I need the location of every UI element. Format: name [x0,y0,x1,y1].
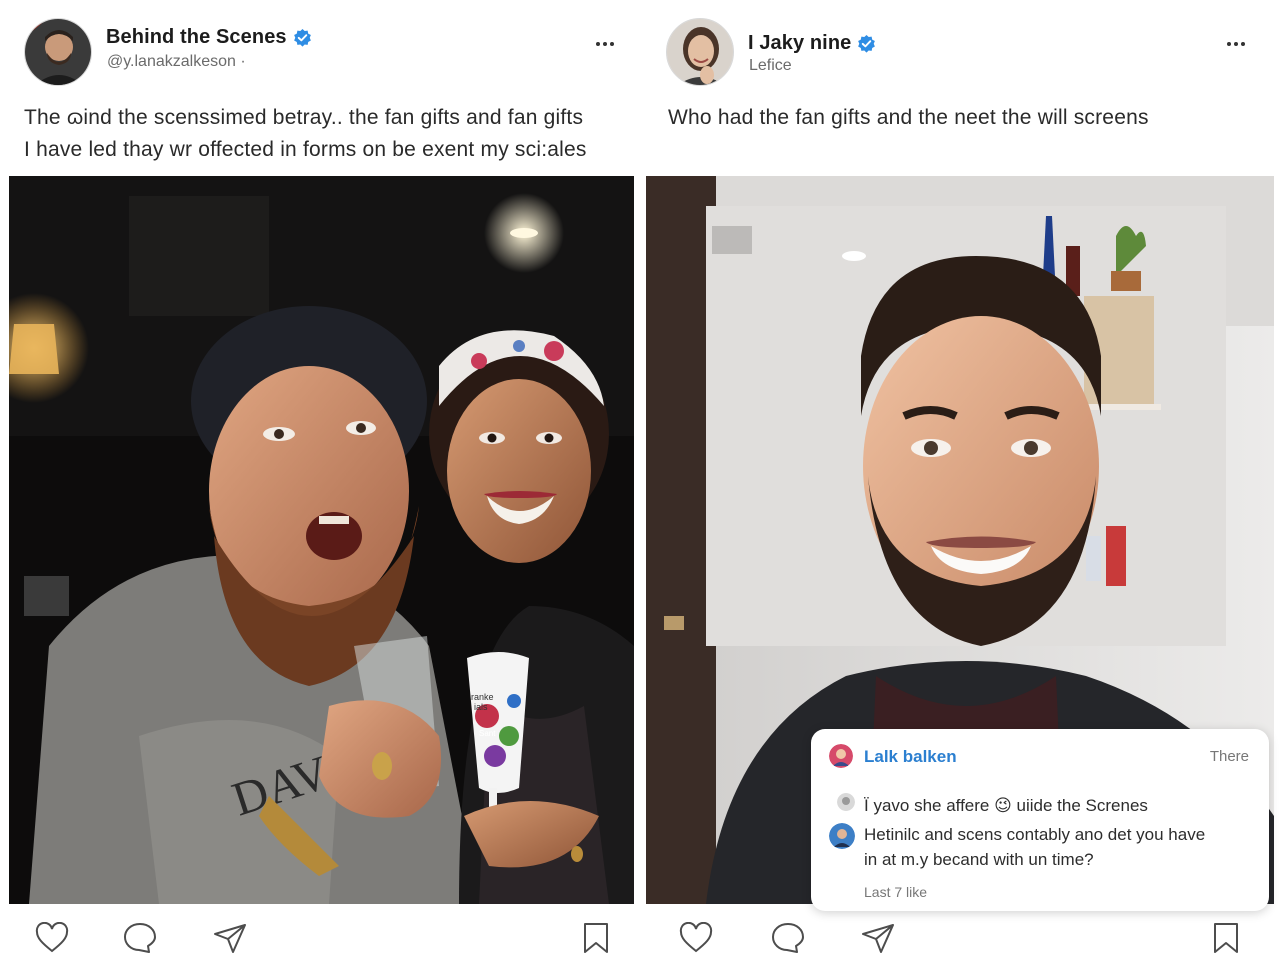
bookmark-icon[interactable] [1206,918,1246,958]
share-icon[interactable] [210,918,250,958]
post-caption: Who had the fan gifts and the neet the w… [668,102,1149,134]
bookmark-icon[interactable] [576,918,616,958]
verified-badge-icon [293,28,311,47]
caption-line-1: Who had the fan gifts and the neet the w… [668,106,1149,129]
more-options-icon[interactable] [590,34,620,54]
verified-badge-icon [858,34,876,53]
author-handle: @y.lanakzalkeson · [107,53,246,71]
reply-text-2: Hetinilc and scens contably ano det you … [864,825,1206,844]
commenter-avatar[interactable] [829,744,853,768]
comment-popup[interactable]: Lalk balken There Ï yavo she affere 😉 ui… [811,729,1269,911]
post-left: Behind the Scenes @y.lanakzalkeson · The… [0,0,640,968]
commenter-name[interactable]: Lalk balken [864,747,957,767]
cup-text-1: ranke [471,692,494,702]
heart-icon[interactable] [32,918,72,958]
reply-text-1: Ï yavo she affere 😉 uiide the Screnes [864,796,1148,815]
caption-line-1: The ɷind the scenssimed betray.. the fan… [24,106,584,129]
author-name[interactable]: Behind the Scenes [106,26,287,49]
reply-text-3: in at m.y becand with un time? [864,850,1094,869]
share-icon[interactable] [858,918,898,958]
author-name-row: Behind the Scenes [106,26,312,49]
comment-like-count[interactable]: Last 7 like [864,884,927,900]
handle-dot: · [240,53,246,70]
more-options-icon[interactable] [1221,34,1251,54]
cup-text-2: ials [474,702,488,712]
post-photo[interactable]: DAVE ranke ials Sant [9,176,634,904]
comment-timestamp: There [1209,748,1249,765]
author-avatar[interactable] [666,18,734,86]
post-actions-bar [640,918,1280,958]
author-name[interactable]: I Jaky nine [748,32,851,55]
heart-icon[interactable] [676,918,716,958]
handle-text: @y.lanakzalkeson [107,53,236,70]
author-avatar[interactable] [24,18,92,86]
post-caption: The ɷind the scenssimed betray.. the fan… [24,102,587,166]
author-name-row: I Jaky nine [748,32,876,55]
comment-icon[interactable] [120,918,160,958]
cup-text-3: Sant [479,729,496,738]
comment-icon[interactable] [768,918,808,958]
reply-avatar-2[interactable] [829,823,855,849]
author-handle: Lefice [749,57,792,74]
caption-line-2: I have led thay wr offected in forms on … [24,138,587,161]
reply-avatar-1[interactable] [837,793,855,811]
post-actions-bar [0,918,640,958]
